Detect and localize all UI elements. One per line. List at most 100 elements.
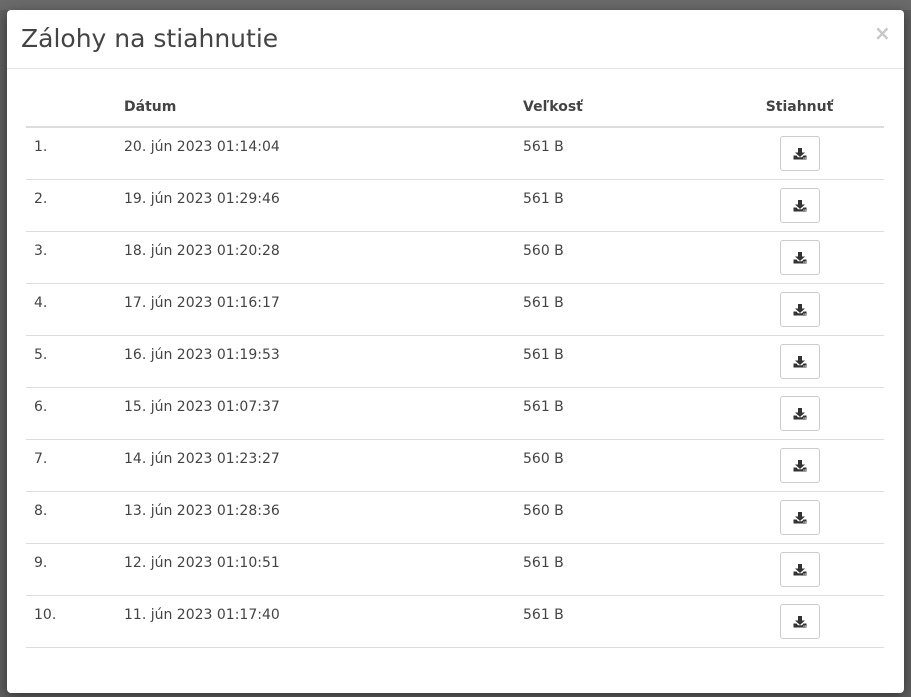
row-size-cell: 561 B xyxy=(515,283,715,336)
table-row: 7. 14. jún 2023 01:23:27 560 B xyxy=(26,439,884,492)
table-header-row: Dátum Veľkosť Stiahnuť xyxy=(26,88,884,128)
download-button[interactable] xyxy=(779,552,820,587)
row-index: 5. xyxy=(34,347,48,363)
row-date: 12. jún 2023 01:10:51 xyxy=(124,555,280,571)
row-size: 560 B xyxy=(523,243,564,259)
download-button[interactable] xyxy=(779,240,820,275)
download-icon xyxy=(793,459,806,471)
row-index: 7. xyxy=(34,451,48,467)
row-date: 18. jún 2023 01:20:28 xyxy=(124,243,280,259)
download-icon xyxy=(793,615,806,627)
row-date: 17. jún 2023 01:16:17 xyxy=(124,295,280,311)
column-header-index xyxy=(26,88,116,128)
row-size-cell: 561 B xyxy=(515,595,715,648)
row-download-cell xyxy=(715,231,884,284)
download-icon xyxy=(793,355,806,367)
row-index: 4. xyxy=(34,295,48,311)
row-date: 11. jún 2023 01:17:40 xyxy=(124,607,280,623)
row-date-cell: 13. jún 2023 01:28:36 xyxy=(116,491,515,544)
row-size: 561 B xyxy=(523,607,564,623)
row-size-cell: 560 B xyxy=(515,491,715,544)
table-row: 1. 20. jún 2023 01:14:04 561 B xyxy=(26,127,884,180)
download-button[interactable] xyxy=(779,188,820,223)
row-size-cell: 561 B xyxy=(515,543,715,596)
row-index: 2. xyxy=(34,191,48,207)
modal-body: Dátum Veľkosť Stiahnuť 1. 20. jún 2023 0… xyxy=(26,88,884,648)
download-icon xyxy=(793,147,806,159)
download-button[interactable] xyxy=(779,396,820,431)
row-date: 14. jún 2023 01:23:27 xyxy=(124,451,280,467)
row-download-cell xyxy=(715,335,884,388)
download-icon xyxy=(793,407,806,419)
row-size: 561 B xyxy=(523,555,564,571)
page-backdrop xyxy=(0,0,911,10)
close-button[interactable]: × xyxy=(874,23,891,43)
table-row: 5. 16. jún 2023 01:19:53 561 B xyxy=(26,335,884,388)
row-date-cell: 12. jún 2023 01:10:51 xyxy=(116,543,515,596)
row-date-cell: 15. jún 2023 01:07:37 xyxy=(116,387,515,440)
row-index: 8. xyxy=(34,503,48,519)
download-button[interactable] xyxy=(779,448,820,483)
row-download-cell xyxy=(715,179,884,232)
table-row: 9. 12. jún 2023 01:10:51 561 B xyxy=(26,543,884,596)
row-index-cell: 5. xyxy=(26,335,116,388)
row-date-cell: 20. jún 2023 01:14:04 xyxy=(116,127,515,180)
column-header-download: Stiahnuť xyxy=(715,88,884,128)
row-date-cell: 11. jún 2023 01:17:40 xyxy=(116,595,515,648)
modal-header: Zálohy na stiahnutie × xyxy=(7,10,904,69)
row-date-cell: 14. jún 2023 01:23:27 xyxy=(116,439,515,492)
row-download-cell xyxy=(715,387,884,440)
table-row: 2. 19. jún 2023 01:29:46 561 B xyxy=(26,179,884,232)
row-download-cell xyxy=(715,491,884,544)
row-index-cell: 3. xyxy=(26,231,116,284)
column-header-date: Dátum xyxy=(116,88,515,128)
row-size: 561 B xyxy=(523,347,564,363)
row-size: 561 B xyxy=(523,399,564,415)
row-index: 10. xyxy=(34,607,57,623)
row-download-cell xyxy=(715,543,884,596)
row-index-cell: 7. xyxy=(26,439,116,492)
table-row: 6. 15. jún 2023 01:07:37 561 B xyxy=(26,387,884,440)
modal-title: Zálohy na stiahnutie xyxy=(21,24,279,53)
row-size: 561 B xyxy=(523,191,564,207)
download-icon xyxy=(793,199,806,211)
row-index: 1. xyxy=(34,139,48,155)
row-size: 560 B xyxy=(523,451,564,467)
row-date: 13. jún 2023 01:28:36 xyxy=(124,503,280,519)
row-index-cell: 9. xyxy=(26,543,116,596)
row-index-cell: 8. xyxy=(26,491,116,544)
row-size: 560 B xyxy=(523,503,564,519)
row-download-cell xyxy=(715,283,884,336)
download-button[interactable] xyxy=(779,344,820,379)
row-index-cell: 4. xyxy=(26,283,116,336)
row-download-cell xyxy=(715,595,884,648)
backups-table: Dátum Veľkosť Stiahnuť 1. 20. jún 2023 0… xyxy=(26,88,884,648)
row-index-cell: 10. xyxy=(26,595,116,648)
row-size-cell: 561 B xyxy=(515,127,715,180)
row-size: 561 B xyxy=(523,295,564,311)
row-index-cell: 6. xyxy=(26,387,116,440)
row-index: 9. xyxy=(34,555,48,571)
table-row: 4. 17. jún 2023 01:16:17 561 B xyxy=(26,283,884,336)
download-button[interactable] xyxy=(779,136,820,171)
row-size-cell: 561 B xyxy=(515,387,715,440)
download-icon xyxy=(793,511,806,523)
row-date-cell: 18. jún 2023 01:20:28 xyxy=(116,231,515,284)
download-icon xyxy=(793,251,806,263)
backups-modal: Zálohy na stiahnutie × Dátum Veľkosť Sti… xyxy=(7,10,904,693)
download-button[interactable] xyxy=(779,292,820,327)
download-icon xyxy=(793,563,806,575)
row-date-cell: 16. jún 2023 01:19:53 xyxy=(116,335,515,388)
row-size-cell: 560 B xyxy=(515,439,715,492)
download-button[interactable] xyxy=(779,604,820,639)
row-download-cell xyxy=(715,439,884,492)
table-row: 10. 11. jún 2023 01:17:40 561 B xyxy=(26,595,884,648)
table-row: 8. 13. jún 2023 01:28:36 560 B xyxy=(26,491,884,544)
download-button[interactable] xyxy=(779,500,820,535)
row-size-cell: 561 B xyxy=(515,179,715,232)
row-date: 20. jún 2023 01:14:04 xyxy=(124,139,280,155)
row-size: 561 B xyxy=(523,139,564,155)
row-date: 16. jún 2023 01:19:53 xyxy=(124,347,280,363)
table-body: 1. 20. jún 2023 01:14:04 561 B 2. 19. jú… xyxy=(26,127,884,648)
row-index-cell: 1. xyxy=(26,127,116,180)
